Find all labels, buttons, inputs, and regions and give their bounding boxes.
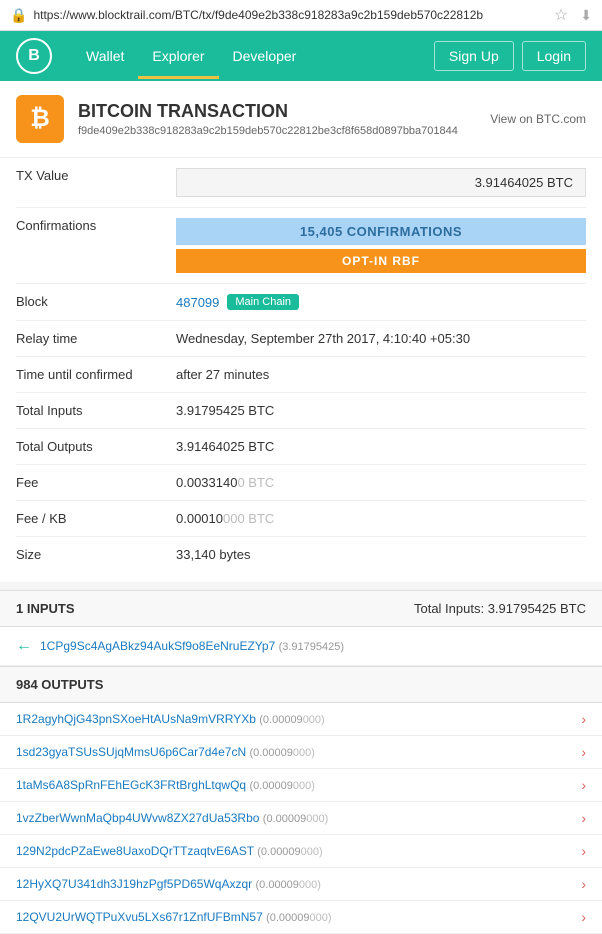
url-text: https://www.blocktrail.com/BTC/tx/f9de40… [33, 8, 483, 22]
btc-symbol: ₿ [30, 105, 50, 133]
logo[interactable]: B [16, 38, 52, 74]
output-address-3: 1vzZberWwnMaQbp4UWvw8ZX27dUa53Rbo (0.000… [16, 811, 328, 825]
fee-kb-main: 0.00010 [176, 511, 223, 526]
output-list: 1R2agyhQjG43pnSXoeHtAUsNa9mVRRYXb (0.000… [0, 703, 602, 934]
tx-header-left: ₿ BITCOIN TRANSACTION f9de409e2b338c9182… [16, 95, 458, 143]
total-outputs-label: Total Outputs [16, 439, 176, 454]
inputs-section-header: 1 INPUTS Total Inputs: 3.91795425 BTC [0, 590, 602, 627]
nav-explorer[interactable]: Explorer [138, 33, 218, 79]
arrow-right-icon-2: › [581, 777, 586, 793]
output-address-4: 129N2pdcPZaEwe8UaxoDQrTTzaqtvE6AST (0.00… [16, 844, 323, 858]
login-button[interactable]: Login [522, 41, 586, 71]
fee-kb-label: Fee / KB [16, 511, 176, 526]
total-outputs-row: Total Outputs 3.91464025 BTC [16, 429, 586, 465]
output-address-2: 1taMs6A8SpRnFEhEGcK3FRtBrghLtqwQq (0.000… [16, 778, 315, 792]
tx-value-box: 3.91464025 BTC [176, 168, 586, 197]
block-label: Block [16, 294, 176, 309]
fee-kb-row: Fee / KB 0.00010 000 BTC [16, 501, 586, 537]
block-field: 487099 Main Chain [176, 294, 586, 310]
url-bar: 🔒 https://www.blocktrail.com/BTC/tx/f9de… [0, 0, 602, 31]
time-label: Time until confirmed [16, 367, 176, 382]
size-value: 33,140 bytes [176, 547, 586, 562]
block-row: Block 487099 Main Chain [16, 284, 586, 321]
confirmations-label: Confirmations [16, 218, 176, 233]
tx-hash: f9de409e2b338c918283a9c2b159deb570c22812… [78, 125, 458, 137]
fee-field: 0.0033140 0 BTC [176, 475, 586, 490]
nav-wallet[interactable]: Wallet [72, 33, 138, 79]
time-row: Time until confirmed after 27 minutes [16, 357, 586, 393]
input-address-0: 1CPg9Sc4AgABkz94AukSf9o8EeNruEZYp7 (3.91… [40, 639, 344, 653]
fee-kb-field: 0.00010 000 BTC [176, 511, 586, 526]
size-label: Size [16, 547, 176, 562]
arrow-left-icon: ← [16, 637, 32, 655]
main-chain-badge: Main Chain [227, 294, 299, 310]
arrow-right-icon-6: › [581, 909, 586, 925]
btc-logo: ₿ [16, 95, 64, 143]
arrow-right-icon-4: › [581, 843, 586, 859]
output-item-2[interactable]: 1taMs6A8SpRnFEhEGcK3FRtBrghLtqwQq (0.000… [0, 769, 602, 802]
confirmations-badge: 15,405 CONFIRMATIONS [176, 218, 586, 245]
output-address-6: 12QVU2UrWQTPuXvu5LXs67r1ZnfUFBmN57 (0.00… [16, 910, 332, 924]
nav-right: Sign Up Login [434, 41, 586, 71]
outputs-section-header: 984 OUTPUTS [0, 666, 602, 703]
view-on-btc-link[interactable]: View on BTC.com [490, 112, 586, 126]
confirmations-field: 15,405 CONFIRMATIONS OPT-IN RBF [176, 218, 586, 273]
block-number[interactable]: 487099 [176, 295, 219, 310]
total-inputs-value: 3.91795425 BTC [176, 403, 586, 418]
input-item-0[interactable]: ← 1CPg9Sc4AgABkz94AukSf9o8EeNruEZYp7 (3.… [0, 627, 602, 666]
arrow-right-icon-1: › [581, 744, 586, 760]
tx-header: ₿ BITCOIN TRANSACTION f9de409e2b338c9182… [0, 81, 602, 158]
output-item-1[interactable]: 1sd23gyaTSUsSUjqMmsU6p6Car7d4e7cN (0.000… [0, 736, 602, 769]
relay-value: Wednesday, September 27th 2017, 4:10:40 … [176, 331, 586, 346]
bookmark-icon[interactable]: ☆ [554, 5, 568, 25]
output-item-6[interactable]: 12QVU2UrWQTPuXvu5LXs67r1ZnfUFBmN57 (0.00… [0, 901, 602, 934]
arrow-right-icon-5: › [581, 876, 586, 892]
tx-value-field: 3.91464025 BTC [176, 168, 586, 197]
download-icon[interactable]: ⬇ [580, 7, 592, 24]
inputs-title: 1 INPUTS [16, 601, 75, 616]
output-address-5: 12HyXQ7U341dh3J19hzPgf5PD65WqAxzqr (0.00… [16, 877, 321, 891]
logo-letter: B [28, 47, 40, 65]
fee-kb-dim: 000 BTC [223, 511, 274, 526]
confirmations-row: Confirmations 15,405 CONFIRMATIONS OPT-I… [16, 208, 586, 284]
relay-label: Relay time [16, 331, 176, 346]
nav-links: Wallet Explorer Developer [72, 33, 434, 79]
tx-info: BITCOIN TRANSACTION f9de409e2b338c918283… [78, 101, 458, 137]
output-item-3[interactable]: 1vzZberWwnMaQbp4UWvw8ZX27dUa53Rbo (0.000… [0, 802, 602, 835]
total-inputs-label: Total Inputs [16, 403, 176, 418]
output-address-1: 1sd23gyaTSUsSUjqMmsU6p6Car7d4e7cN (0.000… [16, 745, 315, 759]
inputs-total: Total Inputs: 3.91795425 BTC [414, 601, 586, 616]
tx-table: TX Value 3.91464025 BTC Confirmations 15… [0, 158, 602, 582]
nav-bar: B Wallet Explorer Developer Sign Up Logi… [0, 31, 602, 81]
total-inputs-row: Total Inputs 3.91795425 BTC [16, 393, 586, 429]
output-item-0[interactable]: 1R2agyhQjG43pnSXoeHtAUsNa9mVRRYXb (0.000… [0, 703, 602, 736]
arrow-right-icon-0: › [581, 711, 586, 727]
fee-row: Fee 0.0033140 0 BTC [16, 465, 586, 501]
rbf-badge: OPT-IN RBF [176, 249, 586, 273]
fee-label: Fee [16, 475, 176, 490]
size-row: Size 33,140 bytes [16, 537, 586, 572]
outputs-title: 984 OUTPUTS [16, 677, 103, 692]
tx-title: BITCOIN TRANSACTION [78, 101, 458, 122]
nav-developer[interactable]: Developer [219, 33, 311, 79]
tx-value-row: TX Value 3.91464025 BTC [16, 158, 586, 208]
secure-icon: 🔒 [10, 7, 27, 24]
output-item-5[interactable]: 12HyXQ7U341dh3J19hzPgf5PD65WqAxzqr (0.00… [0, 868, 602, 901]
fee-dim: 0 BTC [237, 475, 274, 490]
output-address-0: 1R2agyhQjG43pnSXoeHtAUsNa9mVRRYXb (0.000… [16, 712, 325, 726]
output-item-4[interactable]: 129N2pdcPZaEwe8UaxoDQrTTzaqtvE6AST (0.00… [0, 835, 602, 868]
relay-row: Relay time Wednesday, September 27th 201… [16, 321, 586, 357]
time-value: after 27 minutes [176, 367, 586, 382]
total-outputs-value: 3.91464025 BTC [176, 439, 586, 454]
tx-value-label: TX Value [16, 168, 176, 183]
fee-main: 0.0033140 [176, 475, 237, 490]
signup-button[interactable]: Sign Up [434, 41, 514, 71]
arrow-right-icon-3: › [581, 810, 586, 826]
